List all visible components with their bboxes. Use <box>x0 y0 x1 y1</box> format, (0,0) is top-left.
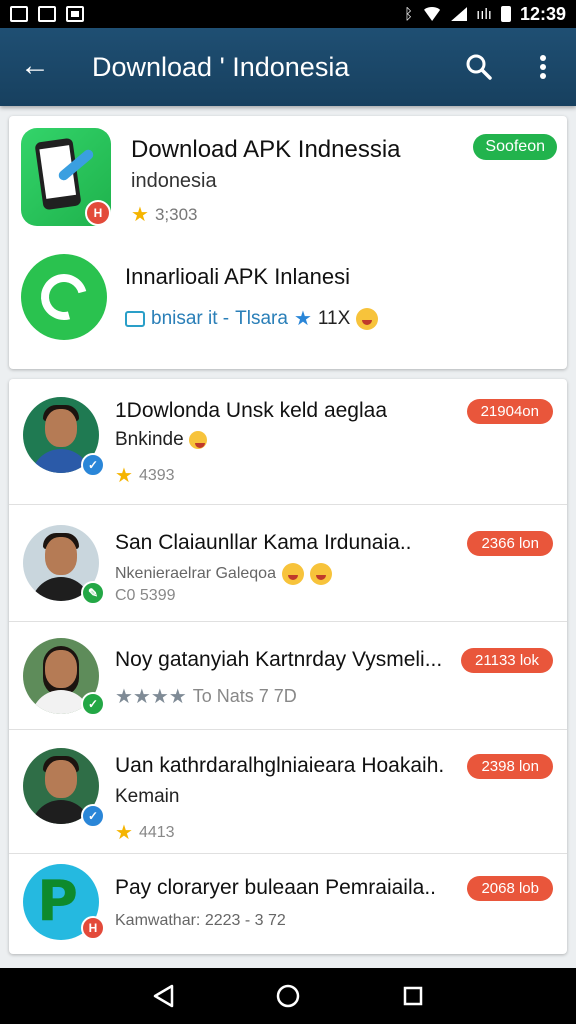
wifi-icon <box>422 7 443 21</box>
star-icon: ★ <box>115 465 133 487</box>
list-item[interactable]: ✎ San Claiaunllar Kama Irdunaia.. Nkenie… <box>9 505 567 622</box>
list-item-title: Noy gatanyiah Kartnrday Vysmeli... <box>115 648 443 671</box>
battery-icon <box>500 6 511 22</box>
list-item-title: 1Dowlonda Unsk keld aeglaa <box>115 399 388 422</box>
bluetooth-icon: ᛒ <box>404 5 414 23</box>
install-button[interactable]: Soofeon <box>473 134 557 160</box>
star-icon: ★ <box>115 822 133 844</box>
system-nav-bar <box>0 968 576 1024</box>
meta-text: To Nats 7 7D <box>192 686 297 706</box>
subtitle-text: Bnkinde <box>115 429 184 450</box>
clock: 12:39 <box>519 3 566 24</box>
price-button[interactable]: 2366 lon <box>467 531 553 556</box>
rating-value: 4413 <box>138 823 175 841</box>
app-badge-icon: ✓ <box>81 692 105 716</box>
verified-icon: ✓ <box>81 453 105 477</box>
home-nav-icon[interactable] <box>273 981 303 1011</box>
featured-app-rating: ★ 3;303 <box>131 202 197 227</box>
emoji-icon <box>188 430 207 449</box>
featured-app-subtitle: indonesia <box>131 170 217 192</box>
list-item-title: San Claiaunllar Kama Irdunaia.. <box>115 531 412 554</box>
featured-app-meta: bnisar it - Tlsara ★ 11X <box>125 306 379 331</box>
tag-icon <box>125 310 145 327</box>
meta-count: 11X <box>317 307 351 329</box>
featured-app-row[interactable]: Innarlioali APK Inlanesi bnisar it - Tls… <box>9 254 567 374</box>
app-notification-icon <box>38 6 56 22</box>
list-item-meta: Kamwathar: 2223 - 3 72 <box>115 912 286 929</box>
star-icon: ★ <box>293 308 312 330</box>
price-button[interactable]: 2398 lon <box>467 754 553 779</box>
price-button[interactable]: 21133 lok <box>461 648 553 673</box>
list-item-meta: C0 5399 <box>115 587 176 604</box>
app-badge-icon: H <box>81 916 105 940</box>
emoji-icon <box>309 563 332 585</box>
list-item[interactable]: ✓ Uan kathrdaralhglniaieara Hoakaih. Kem… <box>9 730 567 854</box>
back-arrow-icon[interactable]: ← <box>18 50 52 84</box>
signal-icon <box>451 7 468 21</box>
page-title: Download ' Indonesia <box>92 51 350 82</box>
emoji-icon <box>356 307 379 330</box>
list-item[interactable]: P H Pay cloraryer buleaan Pemraiaila.. K… <box>9 854 567 954</box>
featured-app-title: Download APK Indnessia <box>131 136 401 163</box>
list-item-meta: ★★★★ To Nats 7 7D <box>115 684 297 709</box>
phone-app-icon: H <box>21 128 111 226</box>
featured-card: H Download APK Indnessia indonesia ★ 3;3… <box>9 116 567 369</box>
price-button[interactable]: 2068 lob <box>467 876 553 901</box>
image-notification-icon <box>10 6 28 22</box>
refresh-app-icon <box>21 254 107 340</box>
rating-value: 3;303 <box>154 204 198 224</box>
star-icon: ★★★★ <box>115 686 187 708</box>
status-bar: ᛒ ıılı 12:39 <box>0 0 576 28</box>
price-button[interactable]: 21904on <box>466 399 553 424</box>
meta-label: bnisar it - <box>151 307 230 329</box>
list-item[interactable]: ✓ Noy gatanyiah Kartnrday Vysmeli... ★★★… <box>9 622 567 730</box>
featured-app-title: Innarlioali APK Inlanesi <box>125 264 351 289</box>
recents-nav-icon[interactable] <box>398 981 428 1011</box>
edit-icon: ✎ <box>81 581 105 605</box>
list-item-meta: ★ 4413 <box>115 820 175 845</box>
list-item-meta: ★ 4393 <box>115 463 175 488</box>
featured-app-row[interactable]: H Download APK Indnessia indonesia ★ 3;3… <box>9 124 567 244</box>
meta-label: Tlsara <box>235 307 288 329</box>
more-vert-icon[interactable] <box>528 52 558 82</box>
download-notification-icon <box>66 6 84 22</box>
signal-label: ıılı <box>476 5 492 23</box>
list-item-title: Uan kathrdaralhglniaieara Hoakaih. <box>115 754 445 777</box>
rating-value: 4393 <box>138 466 175 484</box>
search-icon[interactable] <box>464 52 494 82</box>
back-nav-icon[interactable] <box>148 981 178 1011</box>
star-icon: ★ <box>131 204 149 226</box>
app-badge: H <box>85 200 111 226</box>
app-list-card: ✓ 1Dowlonda Unsk keld aeglaa Bnkinde ★ 4… <box>9 379 567 954</box>
app-bar: ← Download ' Indonesia <box>0 28 576 106</box>
list-item-subtitle: Kemain <box>115 786 180 807</box>
subtitle-text: Nkenieraelrar Galeqoa <box>115 565 276 582</box>
list-item-title: Pay cloraryer buleaan Pemraiaila.. <box>115 876 436 899</box>
list-item-subtitle: Bnkinde <box>115 429 207 451</box>
verified-icon: ✓ <box>81 804 105 828</box>
emoji-icon <box>281 563 304 585</box>
list-item[interactable]: ✓ 1Dowlonda Unsk keld aeglaa Bnkinde ★ 4… <box>9 379 567 505</box>
list-item-subtitle: Nkenieraelrar Galeqoa <box>115 563 332 585</box>
